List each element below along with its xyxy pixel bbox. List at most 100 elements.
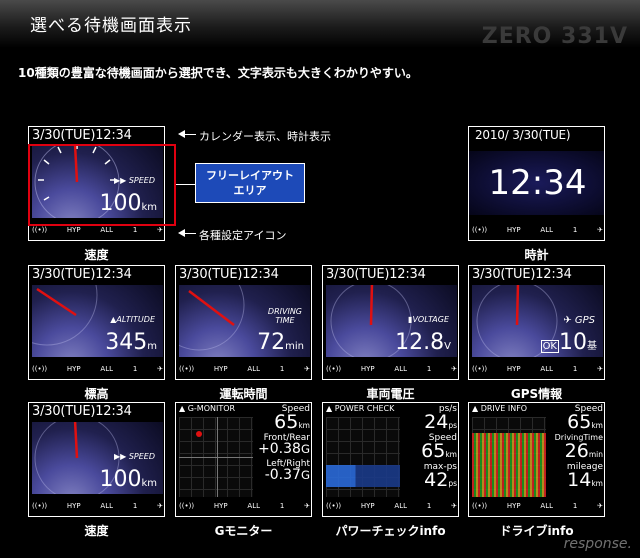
radar-icon: ((•)) xyxy=(472,365,488,373)
all-icon: ALL xyxy=(100,226,114,234)
gps-value: OK10基 xyxy=(540,330,597,355)
hyp-icon: HYP xyxy=(360,502,375,510)
gauge-needle xyxy=(188,290,235,326)
altitude-gauge: ▲ALTITUDE 345m xyxy=(32,285,163,357)
caption-clock: 時計 xyxy=(524,248,549,262)
mode-1-icon: 1 xyxy=(572,365,578,373)
all-icon: ALL xyxy=(540,226,554,234)
radar-icon: ((•)) xyxy=(32,226,48,234)
mode-1-icon: 1 xyxy=(132,502,138,510)
caption-driving: 運転時間 xyxy=(219,387,268,401)
drive-bars xyxy=(472,433,546,497)
watermark: response. xyxy=(563,536,632,552)
satellite-icon: ✈ xyxy=(451,502,457,510)
all-icon: ALL xyxy=(247,365,261,373)
gauge-label: ✈ GPS xyxy=(563,315,595,326)
free-layout-highlight xyxy=(28,144,176,226)
caption-power-check: パワーチェックinfo xyxy=(335,524,446,538)
satellite-icon: ✈ xyxy=(304,502,310,510)
voltage-value: 12.8V xyxy=(395,330,451,355)
caption-g-monitor: Gモニター xyxy=(214,524,273,538)
mode-1-icon: 1 xyxy=(426,502,432,510)
settings-icon-row: ((•)) HYP ALL 1 ✈ xyxy=(472,497,603,515)
power-check-graph xyxy=(326,417,400,497)
all-icon: ALL xyxy=(100,365,114,373)
gauge-label: ▲ALTITUDE xyxy=(110,315,155,324)
radar-icon: ((•)) xyxy=(472,502,488,510)
annotation-icons: 各種設定アイコン xyxy=(199,229,287,242)
all-icon: ALL xyxy=(394,365,408,373)
g-monitor-title: ▲ G-MONITOR xyxy=(179,404,236,413)
settings-icon-row: ((•)) HYP ALL 1 ✈ xyxy=(179,497,310,515)
mode-1-icon: 1 xyxy=(426,365,432,373)
caption-speed: 速度 xyxy=(84,248,109,262)
hyp-icon: HYP xyxy=(506,365,521,373)
drive-info-data: Speed 65km DrivingTime 26min mileage 14k… xyxy=(554,404,603,491)
radar-icon: ((•)) xyxy=(326,365,342,373)
power-check-data: ps/s 24ps Speed 65km max-ps 42ps xyxy=(421,404,457,491)
settings-icon-row: ((•)) HYP ALL 1 ✈ xyxy=(32,360,163,378)
date-display: 3/30(TUE)12:34 xyxy=(32,128,132,143)
clock-time: 12:34 xyxy=(469,151,604,215)
panel-gps: 3/30(TUE)12:34 ✈ GPS OK10基 ((•)) HYP ALL 1 ✈ xyxy=(468,265,605,380)
intro-text: 10種類の豊富な待機画面から選択でき、文字表示も大きくわかりやすい。 xyxy=(18,66,418,80)
annotation-calendar: カレンダー表示、時計表示 xyxy=(199,130,331,143)
radar-icon: ((•)) xyxy=(179,502,195,510)
all-icon: ALL xyxy=(540,365,554,373)
free-layout-area-label: フリーレイアウト エリア xyxy=(195,163,305,203)
mode-1-icon: 1 xyxy=(572,502,578,510)
hyp-icon: HYP xyxy=(66,502,81,510)
panel-drive-info: ▲ DRIVE INFO Speed 65km DrivingTime 26mi… xyxy=(468,402,605,517)
g-point xyxy=(196,431,202,437)
speed-gauge-2: ▶▶ SPEED 100km xyxy=(32,422,163,494)
drive-info-graph xyxy=(472,417,546,497)
settings-icon-row: ((•)) HYP ALL 1 ✈ xyxy=(179,360,310,378)
settings-icon-row: ((•)) HYP ALL 1 ✈ xyxy=(32,497,163,515)
satellite-icon: ✈ xyxy=(157,502,163,510)
settings-icon-row: ((•)) HYP ALL 1 ✈ xyxy=(472,221,603,239)
brand-logo: ZERO 331V xyxy=(481,24,628,49)
page-title: 選べる待機画面表示 xyxy=(30,16,192,36)
all-icon: ALL xyxy=(100,502,114,510)
settings-icon-row: ((•)) HYP ALL 1 ✈ xyxy=(326,360,457,378)
mode-1-icon: 1 xyxy=(279,365,285,373)
driving-value: 72min xyxy=(257,330,304,355)
radar-icon: ((•)) xyxy=(326,502,342,510)
mode-1-icon: 1 xyxy=(279,502,285,510)
radar-icon: ((•)) xyxy=(32,502,48,510)
satellite-icon: ✈ xyxy=(451,365,457,373)
gps-gauge: ✈ GPS OK10基 xyxy=(472,285,603,357)
speed-value: 100km xyxy=(99,467,157,492)
settings-icon-row: ((•)) HYP ALL 1 ✈ xyxy=(326,497,457,515)
driving-gauge: DRIVING TIME 72min xyxy=(179,285,310,357)
caption-voltage: 車両電圧 xyxy=(366,387,415,401)
panel-speed-2: 3/30(TUE)12:34 ▶▶ SPEED 100km ((•)) HYP AL… xyxy=(28,402,165,517)
g-monitor-grid xyxy=(179,417,253,497)
panel-altitude: 3/30(TUE)12:34 ▲ALTITUDE 345m ((•)) HYP AL… xyxy=(28,265,165,380)
all-icon: ALL xyxy=(394,502,408,510)
mode-1-icon: 1 xyxy=(132,226,138,234)
caption-speed-2: 速度 xyxy=(84,524,109,538)
hyp-icon: HYP xyxy=(360,365,375,373)
power-bars xyxy=(326,465,400,487)
hyp-icon: HYP xyxy=(213,365,228,373)
gauge-needle xyxy=(369,285,374,326)
satellite-icon: ✈ xyxy=(597,226,603,234)
gauge-label: ▶▶ SPEED xyxy=(113,452,155,461)
date-display: 3/30(TUE)12:34 xyxy=(32,404,132,419)
date-display: 3/30(TUE)12:34 xyxy=(326,267,426,282)
satellite-icon: ✈ xyxy=(157,226,163,234)
g-monitor-data: Speed 65km Front/Rear +0.38G Left/Right … xyxy=(258,404,310,483)
mode-1-icon: 1 xyxy=(572,226,578,234)
satellite-icon: ✈ xyxy=(597,365,603,373)
gauge-label: DRIVING TIME xyxy=(267,307,302,325)
hyp-icon: HYP xyxy=(506,502,521,510)
mode-1-icon: 1 xyxy=(132,365,138,373)
clock-date: 2010/ 3/30(TUE) xyxy=(475,128,571,142)
all-icon: ALL xyxy=(540,502,554,510)
drive-info-title: ▲ DRIVE INFO xyxy=(472,404,528,413)
date-display: 3/30(TUE)12:34 xyxy=(472,267,572,282)
voltage-gauge: ▮VOLTAGE 12.8V xyxy=(326,285,457,357)
caption-gps: GPS情報 xyxy=(510,387,563,401)
panel-voltage: 3/30(TUE)12:34 ▮VOLTAGE 12.8V ((•)) HYP AL… xyxy=(322,265,459,380)
